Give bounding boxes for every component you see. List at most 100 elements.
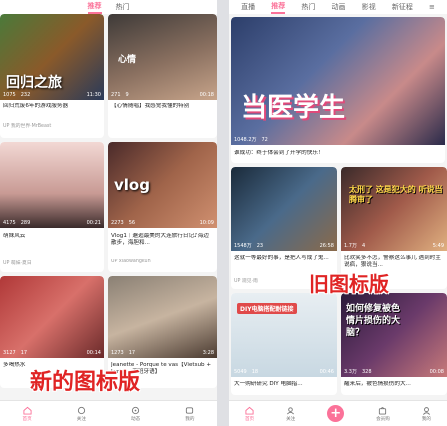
- nav-label: 我的: [185, 416, 195, 422]
- thumbnail-overlay-text: 太刑了 这是犯大的 听说当腾审了: [349, 185, 443, 204]
- featured-video-card[interactable]: 当医学生 1048.2万 72 谁成功：终于体会到了开学的快乐！: [231, 17, 445, 163]
- comment-count: 232: [20, 92, 31, 98]
- play-count: 1548万: [234, 243, 252, 249]
- top-tab-bar: 推荐 热门: [0, 0, 217, 14]
- comment-count: 328: [361, 368, 372, 375]
- video-stats: 1075 232 11:30: [3, 92, 101, 98]
- video-thumbnail: 3127 17 00:14: [0, 276, 104, 358]
- version-label-new: 新的图标版: [30, 369, 141, 395]
- comment-count: 17: [128, 350, 136, 356]
- comment-count: 4: [361, 242, 366, 249]
- thumbnail-overlay-text: 当医学生: [241, 93, 346, 123]
- top-tab-bar: 直播 推荐 热门 动画 影视 新征程 ≡: [229, 0, 447, 14]
- video-card[interactable]: 心情 271 9 00:18 【心情随唱】我感觉我懂的特别: [108, 14, 217, 138]
- video-stats: 3.3万 328 00:08: [344, 368, 444, 376]
- video-card[interactable]: vlog 2273 56 10:09 Vlog1｜邂逅最美的大连旅行日记♪海边散…: [108, 142, 217, 272]
- nav-dynamic[interactable]: 动态: [131, 406, 140, 422]
- tab-live[interactable]: 直播: [241, 2, 255, 12]
- nav-profile[interactable]: 我的: [185, 406, 194, 422]
- video-stats: 1.7万 4 5:49: [344, 242, 444, 250]
- video-title[interactable]: 大一购研研究 DIY 电脑指...: [234, 381, 334, 389]
- nav-publish[interactable]: +: [327, 405, 345, 422]
- plus-icon: +: [327, 405, 345, 422]
- video-thumbnail: 心情 271 9 00:18: [108, 14, 217, 100]
- nav-follow[interactable]: 关注: [77, 406, 86, 422]
- tab-recommend[interactable]: 推荐: [87, 1, 102, 14]
- nav-label: 首页: [22, 416, 32, 422]
- video-card[interactable]: 4175 289 00:21 萌妹风云 UP 萌妹·夏日: [0, 142, 104, 272]
- profile-icon: [186, 406, 194, 414]
- comment-count: 56: [128, 220, 136, 226]
- nav-label: 会员购: [376, 416, 390, 422]
- nav-follow[interactable]: 关注: [286, 406, 295, 422]
- home-icon: [245, 406, 254, 415]
- video-uploader[interactable]: UP 我的世界·MrBeast: [3, 122, 101, 129]
- play-count: 1048.2万: [234, 137, 257, 143]
- tab-hot[interactable]: 热门: [116, 2, 130, 12]
- video-title[interactable]: 【心情随唱】我感觉我懂的特别: [111, 103, 214, 117]
- video-thumbnail: DIY电脑搭配耐链接 5049 18 00:46: [231, 293, 337, 377]
- tab-hot[interactable]: 热门: [301, 2, 315, 12]
- video-duration: 3:28: [202, 350, 214, 356]
- play-count: 271: [111, 92, 121, 98]
- video-thumbnail: 当医学生 1048.2万 72: [231, 17, 445, 145]
- nav-shop[interactable]: 会员购: [376, 406, 390, 422]
- video-card[interactable]: DIY电脑搭配耐链接 5049 18 00:46 大一购研研究 DIY 电脑指.…: [231, 293, 337, 395]
- video-duration: 00:21: [86, 220, 101, 226]
- nav-label: 动态: [131, 416, 141, 422]
- play-count: 1.7万: [344, 243, 357, 249]
- play-count: 3.3万: [344, 369, 357, 375]
- video-duration: 00:46: [319, 369, 334, 375]
- video-duration: 10:09: [199, 220, 214, 226]
- video-card[interactable]: 回归之旅 1075 232 11:30 回归荒废6年的游戏服务器 UP 我的世界…: [0, 14, 104, 138]
- video-title[interactable]: Vlog1｜邂逅最美的大连旅行日记♪海边散步，海胆和...: [111, 233, 214, 247]
- play-count: 3127: [3, 350, 16, 356]
- left-phone-screen: 推荐 热门 回归之旅 1075 232 11:30 回归荒废6年的游戏服务器 U…: [0, 0, 217, 426]
- video-duration: 00:14: [86, 350, 101, 356]
- follow-icon: [77, 406, 85, 414]
- video-title[interactable]: 醒来后，被色情损伤的大...: [344, 381, 444, 389]
- video-stats: 4175 289 00:21: [3, 220, 101, 226]
- comment-count: 72: [261, 136, 268, 143]
- thumbnail-overlay-text: vlog: [114, 176, 150, 194]
- dynamic-icon: [132, 406, 140, 414]
- tab-anime[interactable]: 动画: [332, 2, 346, 12]
- nav-profile[interactable]: 我的: [422, 406, 431, 422]
- nav-home[interactable]: 首页: [23, 406, 32, 422]
- video-title[interactable]: 这就一等最好的事，是把人写成了鬼...: [234, 255, 334, 269]
- follow-icon: [287, 406, 295, 414]
- video-thumbnail: 1273 17 3:28: [108, 276, 217, 358]
- play-count: 5049: [234, 369, 247, 375]
- nav-label: 关注: [286, 416, 296, 422]
- phone-divider: [217, 0, 229, 426]
- video-title[interactable]: 谁成功：终于体会到了开学的快乐！: [234, 150, 442, 158]
- tab-new[interactable]: 新征程: [392, 2, 413, 12]
- shop-icon: [379, 406, 387, 415]
- video-stats: 5049 18 00:46: [234, 369, 334, 375]
- nav-label: 我的: [421, 416, 431, 422]
- video-thumbnail: vlog 2273 56 10:09: [108, 142, 217, 228]
- video-duration: 00:18: [199, 92, 214, 98]
- video-title[interactable]: 萌妹风云: [3, 233, 101, 241]
- video-uploader[interactable]: UP 萌妹·夏日: [3, 259, 101, 266]
- home-icon: [23, 406, 32, 415]
- tab-recommend[interactable]: 推荐: [271, 1, 286, 14]
- video-thumbnail: 4175 289 00:21: [0, 142, 104, 228]
- nav-home[interactable]: 首页: [245, 406, 254, 422]
- video-uploader[interactable]: UP xiaowangkun: [111, 259, 214, 264]
- thumbnail-overlay-text: DIY电脑搭配耐链接: [237, 303, 297, 314]
- play-count: 1273: [111, 350, 124, 356]
- bottom-navigation: 首页 关注 + 会员购 我的: [229, 400, 447, 426]
- video-title[interactable]: 回归荒废6年的游戏服务器: [3, 103, 101, 117]
- video-thumbnail: 太刑了 这是犯大的 听说当腾审了 1.7万 4 5:49: [341, 167, 447, 251]
- comment-count: 18: [251, 369, 259, 375]
- video-duration: 26:58: [319, 242, 334, 249]
- play-count: 2273: [111, 220, 124, 226]
- video-stats: 1273 17 3:28: [111, 350, 214, 356]
- video-title[interactable]: 比欢笑多不怎，警察这么事儿 遇到时主说疯，狠说当...: [344, 255, 444, 269]
- video-duration: 5:49: [432, 242, 444, 249]
- menu-icon[interactable]: ≡: [429, 3, 435, 11]
- video-card[interactable]: 如何修复被色情片损伤的大脑？ 3.3万 328 00:08 醒来后，被色情损伤的…: [341, 293, 447, 395]
- tab-movies[interactable]: 影视: [362, 2, 376, 12]
- version-label-old: 旧图标版: [309, 272, 389, 296]
